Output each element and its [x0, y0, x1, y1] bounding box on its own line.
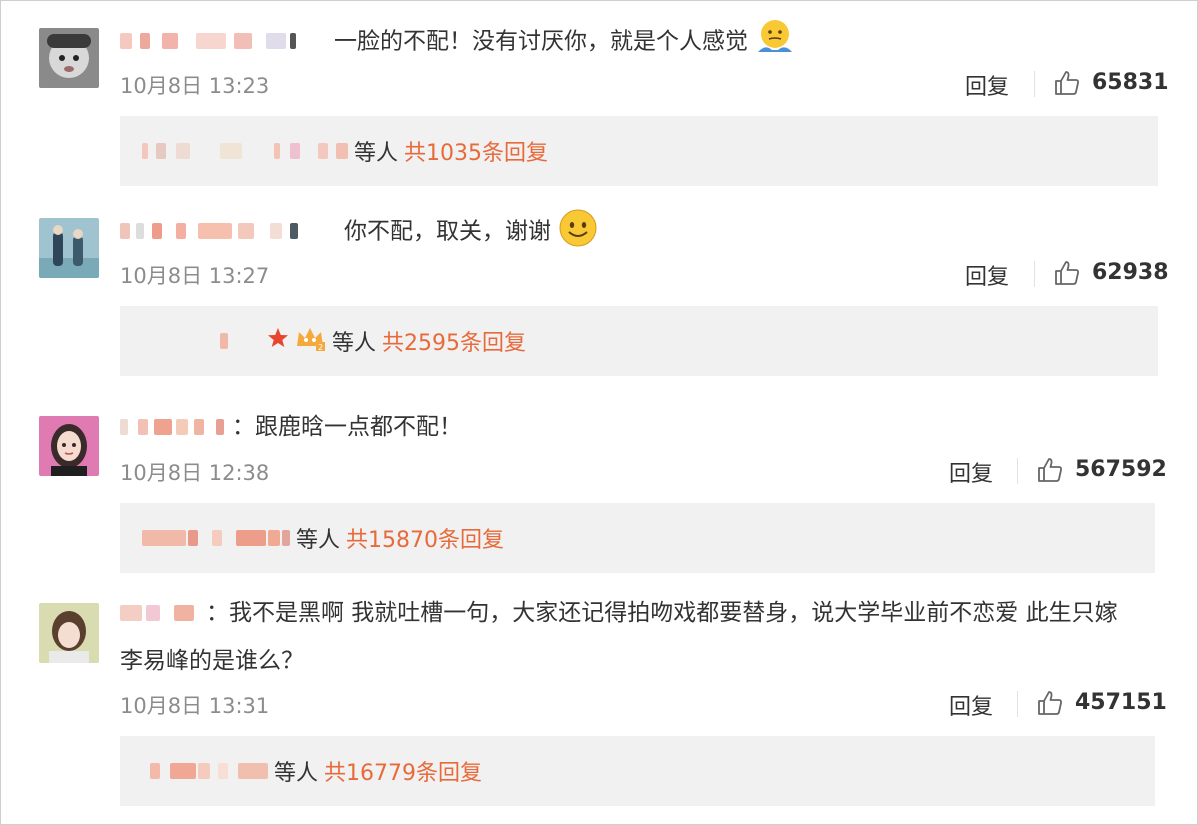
sub-reply-count-link[interactable]: 共16779条回复	[324, 755, 482, 787]
reply-button[interactable]: 回复	[965, 69, 1009, 101]
sub-reply-box[interactable]: 2 等人 共2595条回复	[120, 306, 1158, 376]
like-count: 62938	[1092, 260, 1169, 285]
sub-reply-box[interactable]: 等人 共15870条回复	[120, 503, 1155, 573]
avatar[interactable]	[39, 28, 99, 88]
divider	[1017, 691, 1018, 717]
reply-button[interactable]: 回复	[949, 456, 993, 488]
crown-badge-icon: 2	[294, 324, 326, 358]
username-masked[interactable]	[120, 216, 298, 246]
reply-button[interactable]: 回复	[949, 689, 993, 721]
sub-reply-suffix: 等人	[332, 331, 377, 356]
thumbs-up-icon[interactable]	[1053, 259, 1081, 287]
like-count: 457151	[1075, 690, 1167, 715]
sub-reply-box[interactable]: 等人 共1035条回复	[120, 116, 1158, 186]
vip-star-icon	[266, 326, 290, 356]
shrug-face-emoji-icon	[758, 20, 793, 52]
like-count: 567592	[1075, 457, 1167, 482]
thumbs-up-icon[interactable]	[1036, 689, 1064, 717]
sub-reply-suffix: 等人	[354, 141, 399, 166]
divider	[1034, 71, 1035, 97]
username-masked[interactable]	[120, 598, 194, 628]
comment-text-content: 一脸的不配！没有讨厌你，就是个人感觉	[334, 28, 748, 55]
sub-reply-count-link[interactable]: 共1035条回复	[404, 135, 548, 167]
comment-text-line-2: 李易峰的是谁么？	[120, 648, 304, 674]
comment-text: ：跟鹿晗一点都不配！	[232, 414, 462, 440]
sub-reply-count-link[interactable]: 共15870条回复	[346, 522, 504, 554]
comment-text-line-1: ：我不是黑啊 我就吐槽一句，大家还记得拍吻戏都要替身，说大学毕业前不恋爱 此生只…	[206, 600, 1118, 626]
sub-reply-box[interactable]: 等人 共16779条回复	[120, 736, 1155, 806]
comment-list: 一脸的不配！没有讨厌你，就是个人感觉 10月8日 13:23 回复 65831	[0, 0, 1198, 825]
sub-reply-suffix: 等人	[296, 528, 341, 553]
svg-text:2: 2	[318, 343, 323, 352]
divider	[1034, 261, 1035, 287]
divider	[1017, 458, 1018, 484]
comment-time: 10月8日 13:27	[120, 264, 270, 288]
avatar[interactable]	[39, 416, 99, 476]
comment-time: 10月8日 12:38	[120, 461, 270, 485]
comment-time: 10月8日 13:23	[120, 74, 270, 98]
reply-button[interactable]: 回复	[965, 259, 1009, 291]
comment-text: 你不配，取关，谢谢	[344, 209, 598, 248]
thumbs-up-icon[interactable]	[1053, 69, 1081, 97]
comment-text-content: 你不配，取关，谢谢	[344, 218, 551, 245]
comment-time: 10月8日 13:31	[120, 694, 270, 718]
avatar[interactable]	[39, 218, 99, 278]
username-masked[interactable]	[120, 412, 224, 442]
thumbs-up-icon[interactable]	[1036, 456, 1064, 484]
avatar[interactable]	[39, 603, 99, 663]
sub-reply-count-link[interactable]: 共2595条回复	[382, 325, 526, 357]
comment-text: 一脸的不配！没有讨厌你，就是个人感觉	[334, 20, 795, 58]
smile-face-emoji-icon	[559, 209, 597, 247]
username-masked[interactable]	[120, 26, 296, 56]
like-count: 65831	[1092, 70, 1169, 95]
sub-reply-suffix: 等人	[274, 761, 319, 786]
